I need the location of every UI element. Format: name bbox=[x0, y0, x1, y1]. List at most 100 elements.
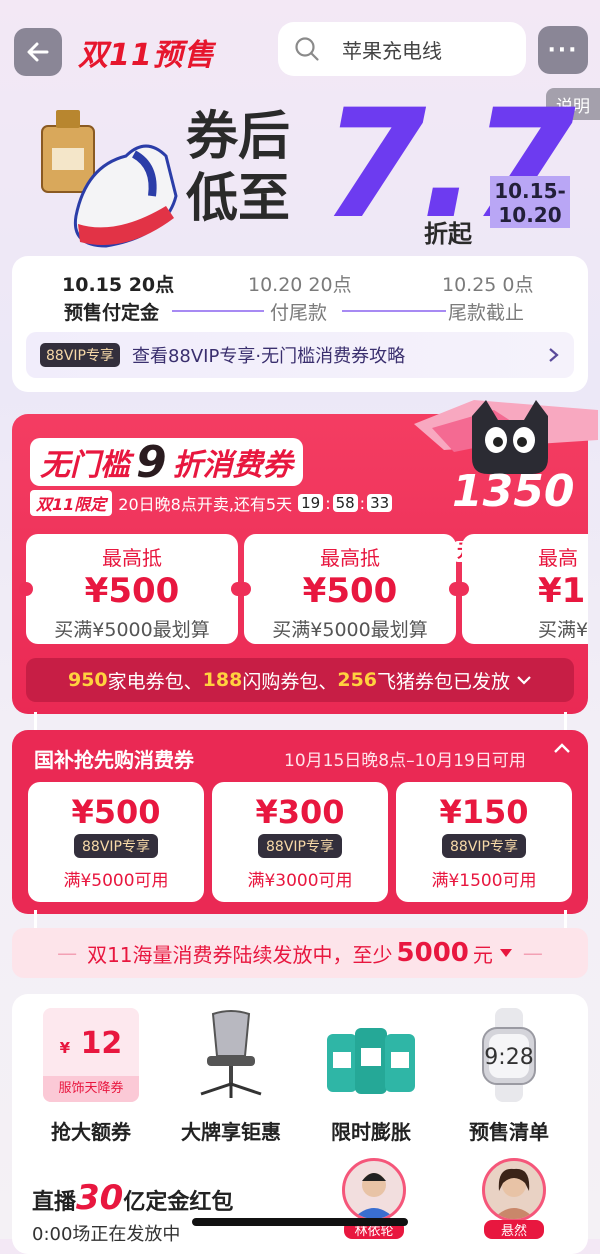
timeline-connector bbox=[172, 310, 264, 312]
search-icon bbox=[295, 37, 319, 61]
hero-date-line1: 10.15- bbox=[494, 179, 566, 203]
presale-timeline-card: 10.15 20点 预售付定金 10.20 20点 付尾款 10.25 0点 尾… bbox=[12, 256, 588, 392]
coupon-top-label: 最高抵 bbox=[102, 546, 162, 570]
caret-down-icon bbox=[499, 949, 512, 957]
vip-guide-link[interactable]: 88VIP专享 查看88VIP专享·无门槛消费券攻略 bbox=[26, 332, 574, 378]
person-avatar-icon bbox=[353, 1173, 395, 1219]
coupon-value: ¥500 bbox=[71, 793, 161, 831]
person-avatar-icon bbox=[493, 1168, 535, 1219]
timeline-connector bbox=[342, 310, 446, 312]
dash-right: — bbox=[522, 941, 543, 965]
timeline-step3-label: 尾款截止 bbox=[448, 302, 525, 324]
more-button[interactable]: ··· bbox=[538, 26, 588, 74]
coupon-top-label: 最高 bbox=[538, 546, 578, 570]
category-flash-boost[interactable]: 限时膨胀 bbox=[306, 1008, 436, 1145]
timeline-step1-date: 10.15 20点 bbox=[62, 274, 175, 296]
category-presale-list[interactable]: 9:28 预售清单 bbox=[444, 1008, 574, 1145]
live-number: 30 bbox=[76, 1178, 124, 1218]
coupon-condition: 买满¥5000最划算 bbox=[54, 619, 210, 641]
arrow-left-icon bbox=[27, 42, 49, 62]
category-label: 大牌享钜惠 bbox=[181, 1120, 281, 1144]
ticket-notch bbox=[237, 582, 251, 596]
coupon-top-label: 最高抵 bbox=[320, 546, 380, 570]
banner-unit: 元 bbox=[472, 942, 493, 967]
live-subtitle: 0:00场正在发放中 bbox=[32, 1224, 181, 1245]
coupon-value: ¥150 bbox=[439, 793, 529, 831]
vip-badge: 88VIP专享 bbox=[442, 834, 526, 858]
smartwatch-image: 9:28 bbox=[482, 1008, 536, 1102]
subsidy-coupon-section: 国补抢先购消费券 10月15日晚8点–10月19日可用 ¥500 88VIP专享… bbox=[12, 730, 588, 914]
hero-line1: 券后 bbox=[186, 107, 291, 167]
coupon-packs-issued-toggle[interactable]: 950 家电券包、 188 闪购券包、 256 飞猪券包已发放 bbox=[26, 658, 574, 702]
chevron-right-icon bbox=[549, 348, 559, 362]
coupon-condition: 买满¥1500 bbox=[538, 619, 588, 641]
subsidy-coupon-card[interactable]: ¥150 88VIP专享 满¥1500可用 bbox=[396, 782, 572, 902]
hero-line2: 低至 bbox=[186, 169, 291, 229]
coupon-card[interactable]: 最高 ¥15 买满¥1500 bbox=[462, 534, 588, 644]
coupon-value: ¥500 bbox=[302, 571, 398, 611]
hero-headline: 券后 低至 bbox=[186, 106, 290, 230]
svg-text:9:28: 9:28 bbox=[484, 1045, 533, 1070]
coupon-card[interactable]: 最高抵 ¥500 买满¥5000最划算 bbox=[244, 534, 456, 644]
coupon-condition: 买满¥5000最划算 bbox=[272, 619, 428, 641]
chevron-up-icon[interactable] bbox=[552, 740, 572, 756]
search-placeholder: 苹果充电线 bbox=[342, 38, 442, 63]
vip-badge: 88VIP专享 bbox=[74, 834, 158, 858]
search-input[interactable]: 苹果充电线 bbox=[278, 22, 526, 76]
timeline-step2-label: 付尾款 bbox=[270, 302, 328, 324]
hero-products-image bbox=[41, 110, 178, 248]
subsidy-title: 国补抢先购消费券 bbox=[34, 748, 194, 772]
hero-suffix: 折起 bbox=[424, 220, 472, 248]
banner-text: 双11海量消费券陆续发放中，至少 bbox=[87, 942, 393, 967]
live-suffix: 亿定金红包 bbox=[123, 1190, 234, 1215]
coupon-card[interactable]: 最高抵 ¥500 买满¥5000最划算 bbox=[26, 534, 238, 644]
subsidy-coupon-card[interactable]: ¥500 88VIP专享 满¥5000可用 bbox=[28, 782, 204, 902]
text3: 飞猪券包已发放 bbox=[377, 670, 511, 693]
category-brand-deals[interactable]: 大牌享钜惠 bbox=[166, 1008, 296, 1145]
subsidy-time: 10月15日晚8点–10月19日可用 bbox=[284, 751, 526, 771]
dash-left: — bbox=[57, 941, 78, 965]
apparel-coupon-label: 服饰天降券 bbox=[43, 1076, 139, 1102]
hero-date-badge: 10.15- 10.20 bbox=[490, 176, 570, 228]
title-prefix: 无门槛 bbox=[40, 448, 130, 483]
category-label: 限时膨胀 bbox=[331, 1120, 411, 1144]
home-indicator bbox=[192, 1218, 408, 1226]
double11-logo: 双11预售 bbox=[78, 38, 215, 73]
live-redpacket-title[interactable]: 直播30亿定金红包 bbox=[32, 1178, 233, 1218]
banner-amount: 5000 bbox=[396, 938, 469, 968]
countdown-text: 20日晚8点开卖,还有5天 bbox=[118, 495, 293, 514]
apparel-coupon-value: ¥ 12 bbox=[59, 1026, 123, 1061]
coupon-condition: 满¥3000可用 bbox=[247, 871, 353, 891]
coupon-value: ¥500 bbox=[84, 571, 180, 611]
category-big-coupon[interactable]: ¥ 12 服饰天降券 抢大额券 bbox=[26, 1008, 156, 1145]
anchor-avatar[interactable] bbox=[482, 1158, 546, 1222]
detergent-bottles-image bbox=[327, 1028, 415, 1094]
ticket-notch bbox=[19, 582, 33, 596]
timeline-step1-label: 预售付定金 bbox=[64, 302, 160, 324]
subsidy-coupon-card[interactable]: ¥300 88VIP专享 满¥3000可用 bbox=[212, 782, 388, 902]
more-dots-icon: ··· bbox=[547, 37, 579, 63]
text2: 闪购券包、 bbox=[242, 670, 338, 693]
anchor-name: 悬然 bbox=[484, 1220, 544, 1239]
ticket-notch bbox=[455, 582, 469, 596]
no-threshold-coupon-section: 无门槛 9 折消费券 1350元 双11限定 20日晚8点开卖,还有5天 19:… bbox=[12, 400, 598, 714]
coupon-value: ¥15 bbox=[538, 571, 588, 611]
timeline-step3-date: 10.25 0点 bbox=[442, 274, 534, 296]
count1: 950 bbox=[67, 669, 108, 691]
category-label: 抢大额券 bbox=[51, 1120, 131, 1144]
timer-minutes: 58 bbox=[332, 494, 358, 512]
title-suffix: 折消费券 bbox=[172, 448, 293, 483]
coupon-section-title: 无门槛 9 折消费券 bbox=[30, 437, 303, 488]
vip-guide-text: 查看88VIP专享·无门槛消费券攻略 bbox=[131, 346, 406, 367]
categories-card: ¥ 12 服饰天降券 抢大额券 大牌享钜惠 限时膨胀 9:28 预售清单 直播3… bbox=[12, 994, 588, 1254]
vip-badge: 88VIP专享 bbox=[40, 343, 120, 367]
back-button[interactable] bbox=[14, 28, 62, 76]
anchor-avatar[interactable] bbox=[342, 1158, 406, 1222]
total-value: 1350 bbox=[452, 466, 575, 517]
countdown-row: 双11限定 20日晚8点开卖,还有5天 19: 58: 33 bbox=[30, 490, 394, 516]
limit-tag: 双11限定 bbox=[30, 490, 113, 516]
count3: 256 bbox=[337, 669, 378, 691]
coupon-value: ¥300 bbox=[255, 793, 345, 831]
coupon-release-banner[interactable]: — 双11海量消费券陆续发放中，至少 5000 元 — bbox=[12, 928, 588, 978]
timeline-step2-date: 10.20 20点 bbox=[248, 274, 352, 296]
